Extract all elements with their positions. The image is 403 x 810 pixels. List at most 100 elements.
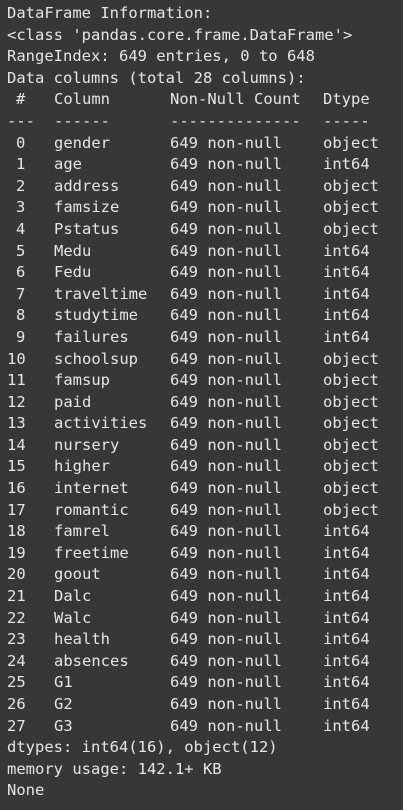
row-non-null-count: 649 non-null (170, 695, 282, 713)
row-non-null-count: 649 non-null (170, 716, 282, 735)
table-row: 9 failures 649 non-null int64 (7, 327, 403, 349)
row-dtype: object (323, 176, 379, 195)
row-index: 20 (7, 565, 26, 584)
row-column-name: G2 (54, 695, 73, 713)
row-dtype: object (323, 219, 379, 238)
row-column-name: paid (54, 392, 92, 411)
row-dtype: object (323, 435, 379, 454)
table-row: 18 famrel 649 non-null int64 (7, 521, 403, 543)
info-title: DataFrame Information: (7, 4, 213, 22)
table-row: 7 traveltime 649 non-null int64 (7, 284, 403, 306)
range-index-line: RangeIndex: 649 entries, 0 to 648 (7, 47, 315, 66)
row-column-name: famrel (54, 522, 110, 541)
row-column-name: G1 (54, 673, 73, 692)
separator-count: -------------- (170, 111, 301, 130)
header-column: Column (54, 90, 110, 109)
row-non-null-count: 649 non-null (170, 565, 282, 584)
row-dtype: object (323, 392, 379, 411)
row-index: 22 (7, 608, 26, 627)
row-non-null-count: 649 non-null (170, 392, 282, 411)
table-row: 20 goout 649 non-null int64 (7, 564, 403, 586)
row-column-name: Walc (54, 608, 92, 627)
row-column-name: romantic (54, 500, 129, 519)
row-dtype: int64 (323, 241, 370, 260)
row-non-null-count: 649 non-null (170, 522, 282, 541)
row-dtype: int64 (323, 155, 370, 174)
row-dtype: int64 (323, 695, 370, 713)
row-column-name: gender (54, 133, 110, 152)
row-column-name: freetime (54, 543, 129, 562)
table-row: 16 internet 649 non-null object (7, 478, 403, 500)
row-column-name: Pstatus (54, 219, 120, 238)
row-index: 2 (16, 176, 26, 195)
row-column-name: Fedu (54, 263, 92, 282)
table-separator: --- ------ -------------- ----- (7, 111, 403, 133)
table-row: 3 famsize 649 non-null object (7, 197, 403, 219)
row-non-null-count: 649 non-null (170, 608, 282, 627)
row-non-null-count: 649 non-null (170, 651, 282, 670)
row-column-name: activities (54, 414, 148, 433)
row-column-name: failures (54, 327, 129, 346)
row-column-name: G3 (54, 716, 73, 735)
row-non-null-count: 649 non-null (170, 155, 282, 174)
row-non-null-count: 649 non-null (170, 306, 282, 325)
row-non-null-count: 649 non-null (170, 630, 282, 649)
row-dtype: int64 (323, 306, 370, 325)
row-non-null-count: 649 non-null (170, 587, 282, 606)
row-index: 18 (7, 522, 26, 541)
table-row: 0 gender 649 non-null object (7, 133, 403, 155)
table-row: 14 nursery 649 non-null object (7, 435, 403, 457)
row-index: 3 (16, 198, 26, 217)
row-non-null-count: 649 non-null (170, 198, 282, 217)
row-index: 24 (7, 651, 26, 670)
row-dtype: object (323, 414, 379, 433)
table-row: 11 famsup 649 non-null object (7, 370, 403, 392)
row-non-null-count: 649 non-null (170, 414, 282, 433)
table-header: # Column Non-Null Count Dtype (7, 89, 403, 111)
row-index: 5 (16, 241, 26, 260)
row-dtype: int64 (323, 327, 370, 346)
table-row: 21 Dalc 649 non-null int64 (7, 586, 403, 608)
header-index: # (16, 90, 26, 109)
row-column-name: goout (54, 565, 101, 584)
table-row: 24 absences 649 non-null int64 (7, 651, 403, 673)
row-column-name: studytime (54, 306, 138, 325)
row-index: 17 (7, 500, 26, 519)
row-dtype: object (323, 500, 379, 519)
output-console: DataFrame Information: <class 'pandas.co… (0, 0, 403, 810)
table-row: 22 Walc 649 non-null int64 (7, 608, 403, 630)
row-non-null-count: 649 non-null (170, 479, 282, 498)
row-index: 26 (7, 695, 26, 713)
row-dtype: int64 (323, 608, 370, 627)
row-dtype: object (323, 479, 379, 498)
row-dtype: int64 (323, 284, 370, 303)
row-non-null-count: 649 non-null (170, 371, 282, 390)
row-dtype: object (323, 457, 379, 476)
table-row: 27 G3 649 non-null int64 (7, 716, 403, 738)
row-non-null-count: 649 non-null (170, 241, 282, 260)
table-row: 10 schoolsup 649 non-null object (7, 349, 403, 371)
row-non-null-count: 649 non-null (170, 457, 282, 476)
header-count: Non-Null Count (170, 90, 301, 109)
row-column-name: famsize (54, 198, 120, 217)
data-columns-line: Data columns (total 28 columns): (7, 68, 306, 87)
row-column-name: nursery (54, 435, 120, 454)
table-row: 4 Pstatus 649 non-null object (7, 219, 403, 241)
row-column-name: health (54, 630, 110, 649)
table-row: 26 G2 649 non-null int64 (7, 694, 403, 716)
none-line: None (7, 781, 45, 800)
row-index: 23 (7, 630, 26, 649)
row-dtype: int64 (323, 587, 370, 606)
row-column-name: internet (54, 479, 129, 498)
row-index: 10 (7, 349, 26, 368)
row-column-name: Medu (54, 241, 92, 260)
table-row: 15 higher 649 non-null object (7, 456, 403, 478)
table-row: 2 address 649 non-null object (7, 176, 403, 198)
table-row: 19 freetime 649 non-null int64 (7, 543, 403, 565)
row-non-null-count: 649 non-null (170, 500, 282, 519)
separator-index: --- (7, 111, 35, 130)
separator-column: ------ (54, 111, 110, 130)
row-dtype: object (323, 198, 379, 217)
row-dtype: int64 (323, 543, 370, 562)
table-row: 25 G1 649 non-null int64 (7, 672, 403, 694)
